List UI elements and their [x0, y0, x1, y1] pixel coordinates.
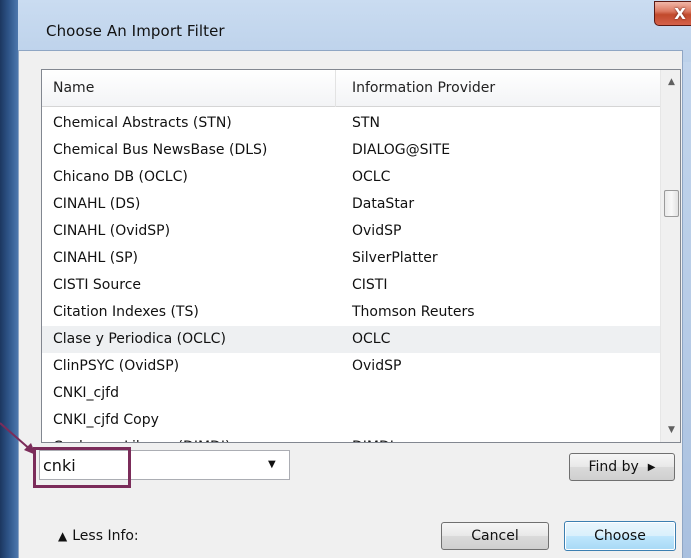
filter-list[interactable]: Name Information Provider Chemical Abstr…	[41, 69, 681, 443]
list-row[interactable]: CNKI_cjfd Copy	[42, 407, 660, 434]
row-provider: DataStar	[352, 196, 415, 212]
row-name: CNKI_cjfd Copy	[53, 412, 159, 428]
list-row[interactable]: Citation Indexes (TS) Thomson Reuters	[42, 299, 660, 326]
column-header-name[interactable]: Name	[42, 70, 336, 107]
list-row[interactable]: CNKI_cjfd	[42, 380, 660, 407]
less-info-label: Less Info:	[72, 528, 139, 544]
row-name: CINAHL (SP)	[53, 250, 138, 266]
row-provider: Thomson Reuters	[352, 304, 475, 320]
vertical-scrollbar[interactable]: ▲ ▼	[660, 70, 680, 442]
dialog-client-area: Name Information Provider Chemical Abstr…	[18, 50, 683, 558]
list-row[interactable]: CINAHL (DS) DataStar	[42, 191, 660, 218]
list-row[interactable]: Clase y Periodica (OCLC) OCLC	[42, 326, 660, 353]
dialog-title: Choose An Import Filter	[46, 22, 225, 40]
row-name: ClinPSYC (OvidSP)	[53, 358, 180, 374]
less-info-toggle[interactable]: ▲ Less Info:	[58, 528, 139, 544]
scroll-up-icon[interactable]: ▲	[661, 72, 680, 92]
list-row[interactable]: CISTI Source CISTI	[42, 272, 660, 299]
list-row[interactable]: CINAHL (OvidSP) OvidSP	[42, 218, 660, 245]
annotation-arrow	[0, 422, 36, 455]
close-button[interactable]: X	[654, 1, 691, 26]
row-name: Chemical Bus NewsBase (DLS)	[53, 142, 268, 158]
screen: Choose An Import Filter X Name Informati…	[0, 0, 691, 558]
search-combobox[interactable]: ▼	[39, 450, 290, 480]
list-row[interactable]: Cochrane Library (DIMDI) DIMDI	[42, 434, 660, 442]
row-provider: OCLC	[352, 331, 391, 347]
scrollbar-thumb[interactable]	[664, 190, 679, 217]
search-input[interactable]	[43, 453, 253, 477]
row-provider: SilverPlatter	[352, 250, 438, 266]
background-window-edge	[0, 0, 18, 558]
list-row[interactable]: Chemical Bus NewsBase (DLS) DIALOG@SITE	[42, 137, 660, 164]
list-row[interactable]: Chemical Abstracts (STN) STN	[42, 110, 660, 137]
row-provider: DIALOG@SITE	[352, 142, 451, 158]
row-name: CNKI_cjfd	[53, 385, 119, 401]
list-row[interactable]: Chicano DB (OCLC) OCLC	[42, 164, 660, 191]
row-provider: STN	[352, 115, 380, 131]
row-name: Cochrane Library (DIMDI)	[53, 434, 230, 442]
row-provider: OvidSP	[352, 223, 402, 239]
chevron-down-icon[interactable]: ▼	[268, 459, 280, 471]
row-provider: CISTI	[352, 277, 388, 293]
row-name: Chemical Abstracts (STN)	[53, 115, 232, 131]
list-row[interactable]: CINAHL (SP) SilverPlatter	[42, 245, 660, 272]
row-name: Chicano DB (OCLC)	[53, 169, 188, 185]
find-by-button[interactable]: Find by ▶	[569, 453, 675, 481]
list-rows: Chemical Abstracts (STN) STN Chemical Bus …	[42, 110, 660, 442]
arrow-up-icon: ▲	[58, 529, 68, 543]
close-icon: X	[674, 4, 686, 23]
scroll-down-icon[interactable]: ▼	[661, 420, 680, 440]
row-name: Citation Indexes (TS)	[53, 304, 199, 320]
row-name: Clase y Periodica (OCLC)	[53, 331, 226, 347]
list-row[interactable]: ClinPSYC (OvidSP) OvidSP	[42, 353, 660, 380]
row-name: CINAHL (OvidSP)	[53, 223, 171, 239]
cancel-button[interactable]: Cancel	[441, 522, 549, 550]
row-name: CISTI Source	[53, 277, 142, 293]
triangle-right-icon: ▶	[647, 461, 656, 473]
find-by-label: Find by	[588, 459, 639, 475]
row-provider: DIMDI	[352, 434, 394, 442]
row-provider: OCLC	[352, 169, 391, 185]
column-header-provider[interactable]: Information Provider	[336, 70, 660, 107]
list-header: Name Information Provider	[42, 70, 660, 107]
choose-button[interactable]: Choose	[564, 521, 676, 551]
row-name: CINAHL (DS)	[53, 196, 141, 212]
row-provider: OvidSP	[352, 358, 402, 374]
